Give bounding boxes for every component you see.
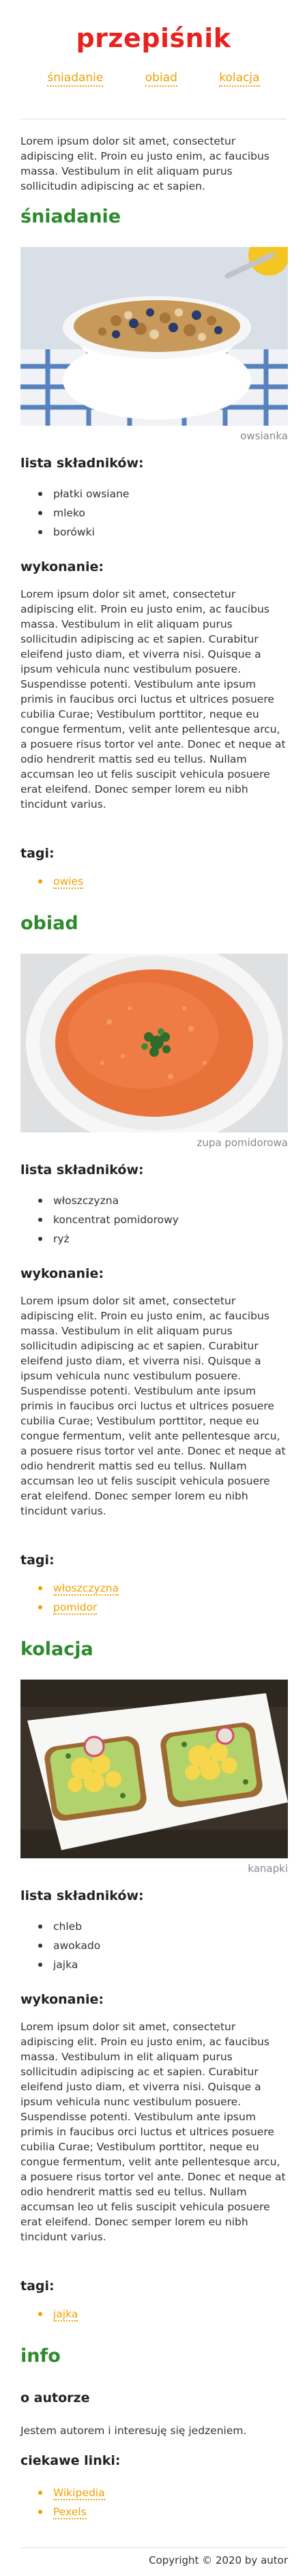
ingredients-heading: lista składników: <box>20 1888 144 1903</box>
list-item: jajka <box>35 2304 78 2324</box>
tags-list: owies <box>35 872 84 891</box>
page: przepiśnik śniadanie obiad kolacja Lorem… <box>0 0 307 2576</box>
image-caption: zupa pomidorowa <box>196 1137 288 1149</box>
list-item: Wikipedia <box>35 2483 105 2502</box>
list-item: ryż <box>35 1229 179 1248</box>
section-heading-breakfast: śniadanie <box>20 206 121 227</box>
preparation-text: Lorem ipsum dolor sit amet, consectetur … <box>20 1295 286 1517</box>
preparation-text: Lorem ipsum dolor sit amet, consectetur … <box>20 2021 286 2243</box>
image-caption: kanapki <box>248 1862 288 1875</box>
about-heading: o autorze <box>20 2390 90 2405</box>
ingredients-heading: lista składników: <box>20 1162 144 1177</box>
section-heading-info: info <box>20 2345 61 2367</box>
list-item: jajka <box>35 1955 100 1974</box>
tag-link[interactable]: pomidor <box>53 1601 98 1615</box>
nav-link-dinner[interactable]: kolacja <box>219 71 260 87</box>
ingredients-list: płatki owsiane mleko borówki <box>35 484 129 542</box>
list-item: pomidor <box>35 1598 119 1617</box>
nav-link-lunch[interactable]: obiad <box>145 71 177 87</box>
tag-link[interactable]: włoszczyzna <box>53 1582 119 1596</box>
nav-link-breakfast[interactable]: śniadanie <box>47 71 104 87</box>
list-item: awokado <box>35 1936 100 1955</box>
intro-text: Lorem ipsum dolor sit amet, consectetur … <box>20 135 269 192</box>
tag-link[interactable]: jajka <box>53 2308 78 2322</box>
main-nav: śniadanie obiad kolacja <box>0 71 307 87</box>
list-item: koncentrat pomidorowy <box>35 1210 179 1229</box>
list-item: Pexels <box>35 2502 105 2521</box>
list-item: włoszczyzna <box>35 1191 179 1210</box>
ingredients-list: włoszczyzna koncentrat pomidorowy ryż <box>35 1191 179 1248</box>
list-item: owies <box>35 872 84 891</box>
preparation-heading: wykonanie: <box>20 1266 104 1281</box>
preparation-heading: wykonanie: <box>20 1992 104 2007</box>
recipe-image-tomato-soup <box>20 954 288 1132</box>
links-list: Wikipedia Pexels <box>35 2483 105 2521</box>
recipe-image-sandwiches <box>20 1680 288 1858</box>
tags-list: włoszczyzna pomidor <box>35 1579 119 1617</box>
list-item: borówki <box>35 523 129 542</box>
tags-heading: tagi: <box>20 1553 55 1568</box>
tags-heading: tagi: <box>20 2279 55 2294</box>
tags-heading: tagi: <box>20 846 55 861</box>
site-title: przepiśnik <box>76 23 231 53</box>
link-pexels[interactable]: Pexels <box>53 2506 87 2519</box>
image-caption: owsianka <box>240 430 288 442</box>
links-heading: ciekawe linki: <box>20 2453 121 2468</box>
section-heading-lunch: obiad <box>20 913 78 934</box>
preparation-heading: wykonanie: <box>20 559 104 574</box>
list-item: włoszczyzna <box>35 1579 119 1598</box>
list-item: płatki owsiane <box>35 484 129 503</box>
tag-link[interactable]: owies <box>53 875 84 889</box>
preparation-text: Lorem ipsum dolor sit amet, consectetur … <box>20 588 286 810</box>
about-text: Jestem autorem i interesuję się jedzenie… <box>20 2425 247 2437</box>
recipe-image-oatmeal <box>20 247 288 426</box>
ingredients-heading: lista składników: <box>20 456 144 471</box>
footer-copyright: Copyright © 2020 by autor <box>149 2554 288 2566</box>
link-wikipedia[interactable]: Wikipedia <box>53 2487 105 2500</box>
divider <box>20 2547 287 2548</box>
list-item: chleb <box>35 1917 100 1936</box>
list-item: mleko <box>35 503 129 523</box>
tags-list: jajka <box>35 2304 78 2324</box>
ingredients-list: chleb awokado jajka <box>35 1917 100 1974</box>
section-heading-dinner: kolacja <box>20 1639 93 1660</box>
